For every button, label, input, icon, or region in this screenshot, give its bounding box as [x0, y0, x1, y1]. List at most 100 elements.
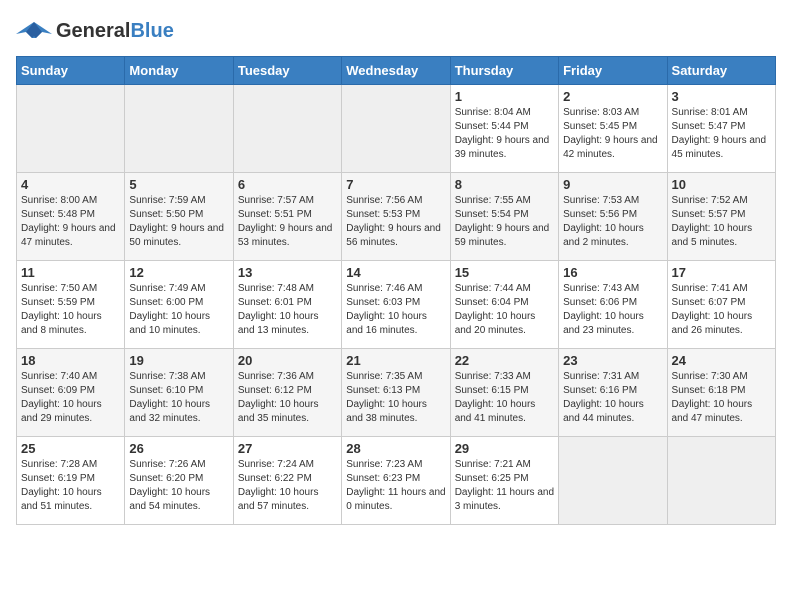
day-number: 10 — [672, 177, 771, 192]
day-info: Sunrise: 7:55 AMSunset: 5:54 PMDaylight:… — [455, 194, 554, 250]
calendar-week-row: 1 Sunrise: 8:04 AMSunset: 5:44 PMDaylight… — [17, 85, 776, 173]
calendar-day-cell: 6 Sunrise: 7:57 AMSunset: 5:51 PMDaylight… — [233, 173, 341, 261]
calendar-week-row: 11Sunrise: 7:50 AMSunset: 5:59 PMDayligh… — [17, 261, 776, 349]
day-number: 19 — [129, 353, 228, 368]
day-info: Sunrise: 7:21 AMSunset: 6:25 PMDaylight:… — [455, 458, 554, 514]
weekday-header-sunday: Sunday — [17, 57, 125, 85]
calendar-day-cell: 1 Sunrise: 8:04 AMSunset: 5:44 PMDaylight… — [450, 85, 558, 173]
calendar-week-row: 18 Sunrise: 7:40 AMSunset: 6:09 PMDayligh… — [17, 349, 776, 437]
day-number: 14 — [346, 265, 445, 280]
calendar-day-cell: 24Sunrise: 7:30 AMSunset: 6:18 PMDayligh… — [667, 349, 775, 437]
calendar-day-cell: 19 Sunrise: 7:38 AMSunset: 6:10 PMDayligh… — [125, 349, 233, 437]
calendar-day-cell: 12Sunrise: 7:49 AMSunset: 6:00 PMDayligh… — [125, 261, 233, 349]
calendar-day-cell: 8 Sunrise: 7:55 AMSunset: 5:54 PMDaylight… — [450, 173, 558, 261]
calendar-day-cell: 25 Sunrise: 7:28 AMSunset: 6:19 PMDayligh… — [17, 437, 125, 525]
calendar-day-cell: 2 Sunrise: 8:03 AMSunset: 5:45 PMDaylight… — [559, 85, 667, 173]
day-number: 16 — [563, 265, 662, 280]
weekday-header-row: SundayMondayTuesdayWednesdayThursdayFrid… — [17, 57, 776, 85]
weekday-header-saturday: Saturday — [667, 57, 775, 85]
calendar-day-cell: 23 Sunrise: 7:31 AMSunset: 6:16 PMDayligh… — [559, 349, 667, 437]
calendar-day-cell: 7 Sunrise: 7:56 AMSunset: 5:53 PMDaylight… — [342, 173, 450, 261]
day-number: 5 — [129, 177, 228, 192]
calendar-day-cell: 29 Sunrise: 7:21 AMSunset: 6:25 PMDayligh… — [450, 437, 558, 525]
calendar-day-cell — [233, 85, 341, 173]
day-info: Sunrise: 7:48 AMSunset: 6:01 PMDaylight:… — [238, 282, 337, 338]
calendar-day-cell: 21Sunrise: 7:35 AMSunset: 6:13 PMDayligh… — [342, 349, 450, 437]
day-number: 18 — [21, 353, 120, 368]
day-number: 9 — [563, 177, 662, 192]
day-number: 21 — [346, 353, 445, 368]
day-info: Sunrise: 7:38 AMSunset: 6:10 PMDaylight:… — [129, 370, 228, 426]
calendar-day-cell: 18 Sunrise: 7:40 AMSunset: 6:09 PMDayligh… — [17, 349, 125, 437]
day-number: 24 — [672, 353, 771, 368]
calendar-day-cell: 26 Sunrise: 7:26 AMSunset: 6:20 PMDayligh… — [125, 437, 233, 525]
calendar-week-row: 4Sunrise: 8:00 AMSunset: 5:48 PMDaylight… — [17, 173, 776, 261]
page-header: GeneralBlue — [16, 16, 776, 46]
day-info: Sunrise: 7:59 AMSunset: 5:50 PMDaylight:… — [129, 194, 228, 250]
calendar-day-cell — [559, 437, 667, 525]
weekday-header-tuesday: Tuesday — [233, 57, 341, 85]
logo: GeneralBlue — [16, 16, 174, 46]
day-info: Sunrise: 7:36 AMSunset: 6:12 PMDaylight:… — [238, 370, 337, 426]
day-info: Sunrise: 7:31 AMSunset: 6:16 PMDaylight:… — [563, 370, 662, 426]
calendar-day-cell: 27 Sunrise: 7:24 AMSunset: 6:22 PMDayligh… — [233, 437, 341, 525]
day-info: Sunrise: 7:44 AMSunset: 6:04 PMDaylight:… — [455, 282, 554, 338]
day-info: Sunrise: 7:56 AMSunset: 5:53 PMDaylight:… — [346, 194, 445, 250]
day-info: Sunrise: 7:53 AMSunset: 5:56 PMDaylight:… — [563, 194, 662, 250]
day-number: 6 — [238, 177, 337, 192]
day-info: Sunrise: 7:57 AMSunset: 5:51 PMDaylight:… — [238, 194, 337, 250]
day-number: 4 — [21, 177, 120, 192]
calendar-day-cell: 5 Sunrise: 7:59 AMSunset: 5:50 PMDaylight… — [125, 173, 233, 261]
day-number: 26 — [129, 441, 228, 456]
calendar-day-cell: 16 Sunrise: 7:43 AMSunset: 6:06 PMDayligh… — [559, 261, 667, 349]
day-info: Sunrise: 7:23 AMSunset: 6:23 PMDaylight:… — [346, 458, 445, 514]
day-number: 29 — [455, 441, 554, 456]
day-info: Sunrise: 7:46 AMSunset: 6:03 PMDaylight:… — [346, 282, 445, 338]
day-number: 17 — [672, 265, 771, 280]
calendar-day-cell: 28 Sunrise: 7:23 AMSunset: 6:23 PMDayligh… — [342, 437, 450, 525]
day-info: Sunrise: 8:04 AMSunset: 5:44 PMDaylight:… — [455, 106, 554, 162]
day-info: Sunrise: 7:52 AMSunset: 5:57 PMDaylight:… — [672, 194, 771, 250]
day-info: Sunrise: 7:24 AMSunset: 6:22 PMDaylight:… — [238, 458, 337, 514]
calendar-day-cell: 13 Sunrise: 7:48 AMSunset: 6:01 PMDayligh… — [233, 261, 341, 349]
day-info: Sunrise: 7:49 AMSunset: 6:00 PMDaylight:… — [129, 282, 228, 338]
day-info: Sunrise: 7:50 AMSunset: 5:59 PMDaylight:… — [21, 282, 120, 338]
day-number: 23 — [563, 353, 662, 368]
weekday-header-monday: Monday — [125, 57, 233, 85]
day-info: Sunrise: 7:28 AMSunset: 6:19 PMDaylight:… — [21, 458, 120, 514]
calendar-day-cell: 3Sunrise: 8:01 AMSunset: 5:47 PMDaylight… — [667, 85, 775, 173]
day-number: 20 — [238, 353, 337, 368]
day-number: 2 — [563, 89, 662, 104]
day-number: 28 — [346, 441, 445, 456]
day-number: 25 — [21, 441, 120, 456]
weekday-header-thursday: Thursday — [450, 57, 558, 85]
day-number: 15 — [455, 265, 554, 280]
day-info: Sunrise: 7:26 AMSunset: 6:20 PMDaylight:… — [129, 458, 228, 514]
logo-icon — [16, 16, 52, 46]
logo-text: GeneralBlue — [56, 20, 174, 43]
calendar-day-cell — [342, 85, 450, 173]
day-number: 8 — [455, 177, 554, 192]
day-info: Sunrise: 8:03 AMSunset: 5:45 PMDaylight:… — [563, 106, 662, 162]
day-number: 22 — [455, 353, 554, 368]
calendar-day-cell: 10 Sunrise: 7:52 AMSunset: 5:57 PMDayligh… — [667, 173, 775, 261]
day-number: 7 — [346, 177, 445, 192]
calendar-day-cell: 20 Sunrise: 7:36 AMSunset: 6:12 PMDayligh… — [233, 349, 341, 437]
calendar-day-cell — [17, 85, 125, 173]
calendar-table: SundayMondayTuesdayWednesdayThursdayFrid… — [16, 56, 776, 525]
day-info: Sunrise: 8:01 AMSunset: 5:47 PMDaylight:… — [672, 106, 771, 162]
calendar-day-cell: 14 Sunrise: 7:46 AMSunset: 6:03 PMDayligh… — [342, 261, 450, 349]
calendar-day-cell — [667, 437, 775, 525]
day-number: 1 — [455, 89, 554, 104]
calendar-day-cell: 15 Sunrise: 7:44 AMSunset: 6:04 PMDayligh… — [450, 261, 558, 349]
day-number: 13 — [238, 265, 337, 280]
calendar-day-cell: 22 Sunrise: 7:33 AMSunset: 6:15 PMDayligh… — [450, 349, 558, 437]
calendar-day-cell: 9 Sunrise: 7:53 AMSunset: 5:56 PMDaylight… — [559, 173, 667, 261]
day-info: Sunrise: 7:43 AMSunset: 6:06 PMDaylight:… — [563, 282, 662, 338]
day-info: Sunrise: 7:40 AMSunset: 6:09 PMDaylight:… — [21, 370, 120, 426]
day-info: Sunrise: 7:33 AMSunset: 6:15 PMDaylight:… — [455, 370, 554, 426]
calendar-day-cell: 17 Sunrise: 7:41 AMSunset: 6:07 PMDayligh… — [667, 261, 775, 349]
day-info: Sunrise: 7:41 AMSunset: 6:07 PMDaylight:… — [672, 282, 771, 338]
day-number: 27 — [238, 441, 337, 456]
calendar-day-cell — [125, 85, 233, 173]
